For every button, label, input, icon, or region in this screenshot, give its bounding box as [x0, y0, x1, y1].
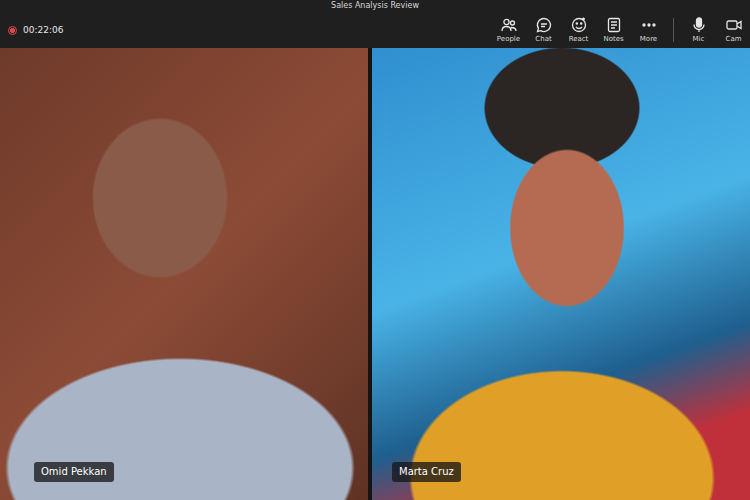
notes-icon — [605, 16, 623, 34]
video-stage: Omid Pekkan Marta Cruz — [0, 48, 750, 500]
toolbar-button[interactable]: React — [562, 16, 595, 44]
mic-icon — [690, 16, 708, 34]
toolbar-button[interactable]: Chat — [527, 16, 560, 44]
window-title: Sales Analysis Review — [331, 1, 419, 11]
participant-name: Omid Pekkan — [34, 462, 114, 482]
participant-tile[interactable]: Omid Pekkan — [0, 48, 368, 500]
top-bar: Sales Analysis Review 00:22:06 PeopleChatR… — [0, 0, 750, 48]
video-feed — [0, 48, 368, 500]
recording-icon — [8, 26, 17, 35]
participant-tile[interactable]: Marta Cruz — [372, 48, 750, 500]
avatar-feed — [372, 48, 750, 500]
camera-icon — [725, 16, 743, 34]
toolbar-button[interactable]: Mic — [682, 16, 715, 44]
toolbar: PeopleChatReactNotesMore MicCam — [492, 16, 750, 44]
react-icon — [570, 16, 588, 34]
toolbar-button[interactable]: More — [632, 16, 665, 44]
people-icon — [500, 16, 518, 34]
toolbar-button[interactable]: Cam — [717, 16, 750, 44]
meeting-timer: 00:22:06 — [8, 25, 63, 35]
meeting-window: Sales Analysis Review 00:22:06 PeopleChatR… — [0, 0, 750, 500]
more-icon — [640, 16, 658, 34]
toolbar-separator — [673, 18, 674, 42]
toolbar-button[interactable]: People — [492, 16, 525, 44]
chat-icon — [535, 16, 553, 34]
participant-name: Marta Cruz — [392, 462, 461, 482]
toolbar-button[interactable]: Notes — [597, 16, 630, 44]
